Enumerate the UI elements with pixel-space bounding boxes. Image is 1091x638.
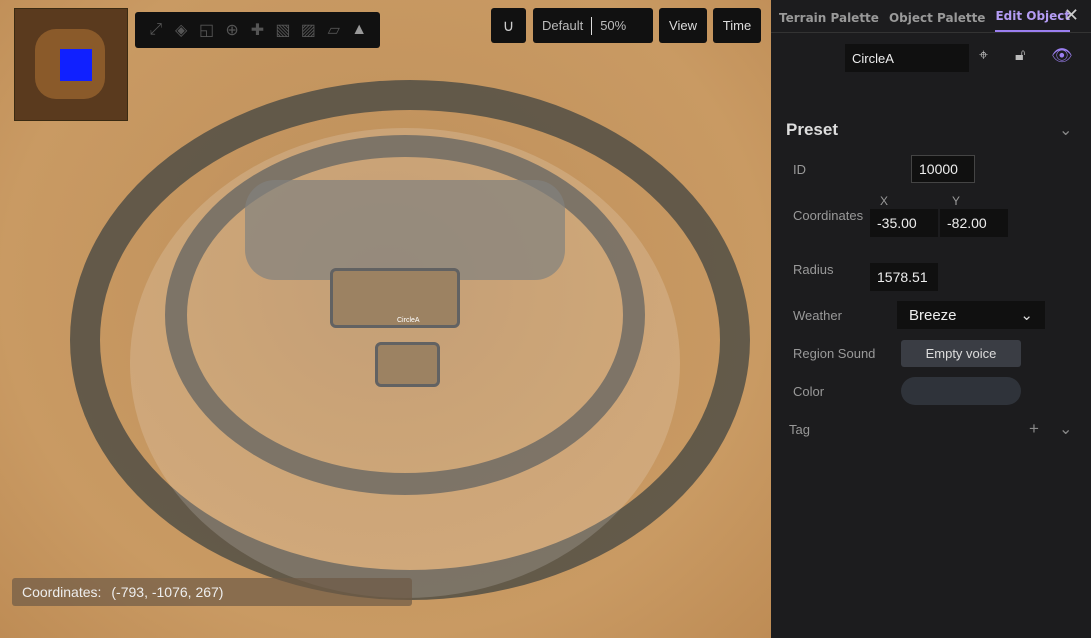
coordinates-label: Coordinates	[793, 208, 864, 223]
weather-value: Breeze	[909, 306, 957, 324]
radius-field[interactable]: 1578.51	[870, 263, 938, 291]
terrain-icon[interactable]: ▲	[349, 21, 369, 39]
copy-layer-icon[interactable]: ▧	[273, 20, 293, 40]
panel-tabs: Terrain Palette Object Palette Edit Obje…	[771, 0, 1091, 33]
region-sound-label: Region Sound	[793, 346, 876, 361]
color-label: Color	[793, 384, 825, 399]
weather-label: Weather	[793, 308, 842, 323]
layer-icon[interactable]: ◱	[197, 20, 217, 40]
target-icon[interactable]: ⊕	[222, 20, 242, 40]
coordinates-label: Coordinates:	[22, 584, 102, 600]
y-field[interactable]: -82.00	[940, 209, 1008, 237]
preset-zoom-select[interactable]: Default 50%	[533, 8, 653, 43]
tab-edit-object[interactable]: Edit Object	[995, 9, 1071, 32]
tag-label: Tag	[789, 422, 810, 437]
rotate-icon[interactable]: ◈	[171, 20, 191, 40]
eye-icon[interactable]: 👁︎	[1051, 46, 1073, 66]
map-viewport[interactable]: CircleA ⤢ ◈ ◱ ⊕ ✚ ▧ ▨ ▱ ▲ ∪ Default 50% …	[0, 0, 771, 638]
minimap[interactable]	[14, 8, 128, 121]
coordinates-value: (-793, -1076, 267)	[111, 584, 224, 600]
view-button[interactable]: View	[659, 8, 707, 43]
coordinates-readout: Coordinates: (-793, -1076, 267)	[12, 578, 412, 606]
paste-layer-icon[interactable]: ▨	[298, 20, 318, 40]
region-circle[interactable]	[130, 128, 680, 598]
tab-terrain-palette[interactable]: Terrain Palette	[779, 11, 879, 32]
preset-heading: Preset	[786, 120, 838, 139]
fit-icon[interactable]: ⤢	[146, 21, 166, 39]
chevron-down-icon: ⌄	[1020, 307, 1033, 324]
x-field[interactable]: -35.00	[870, 209, 938, 237]
add-tag-icon[interactable]: +	[1029, 419, 1039, 439]
side-panel: Terrain Palette Object Palette Edit Obje…	[771, 0, 1091, 638]
weather-select[interactable]: Breeze ⌄	[897, 301, 1045, 329]
tool-bar: ⤢ ◈ ◱ ⊕ ✚ ▧ ▨ ▱ ▲	[135, 12, 380, 48]
snap-button[interactable]: ∪	[491, 8, 526, 43]
chevron-down-icon[interactable]: ⌄	[1059, 120, 1072, 140]
preset-value: Default	[542, 18, 584, 33]
color-swatch[interactable]	[901, 377, 1021, 405]
x-label: X	[880, 194, 889, 208]
locate-icon[interactable]: ⌖	[979, 47, 988, 65]
tab-object-palette[interactable]: Object Palette	[889, 11, 986, 32]
region-sound-button[interactable]: Empty voice	[901, 340, 1021, 367]
time-button[interactable]: Time	[713, 8, 761, 43]
zoom-value: 50%	[600, 18, 627, 33]
close-icon[interactable]: ✕	[1064, 5, 1079, 26]
chevron-down-icon[interactable]: ⌄	[1059, 419, 1072, 439]
magnet-icon: ∪	[502, 17, 515, 35]
ruler-icon[interactable]: ▱	[324, 20, 344, 40]
id-field[interactable]: 10000	[911, 155, 975, 183]
unlock-icon[interactable]: 🔓︎	[1015, 47, 1025, 65]
id-label: ID	[793, 162, 806, 177]
region-label: CircleA	[397, 317, 420, 324]
object-name-input[interactable]: CircleA	[845, 44, 969, 72]
y-label: Y	[952, 194, 961, 208]
radius-label: Radius	[793, 262, 834, 277]
puzzle-icon[interactable]: ✚	[247, 20, 267, 40]
